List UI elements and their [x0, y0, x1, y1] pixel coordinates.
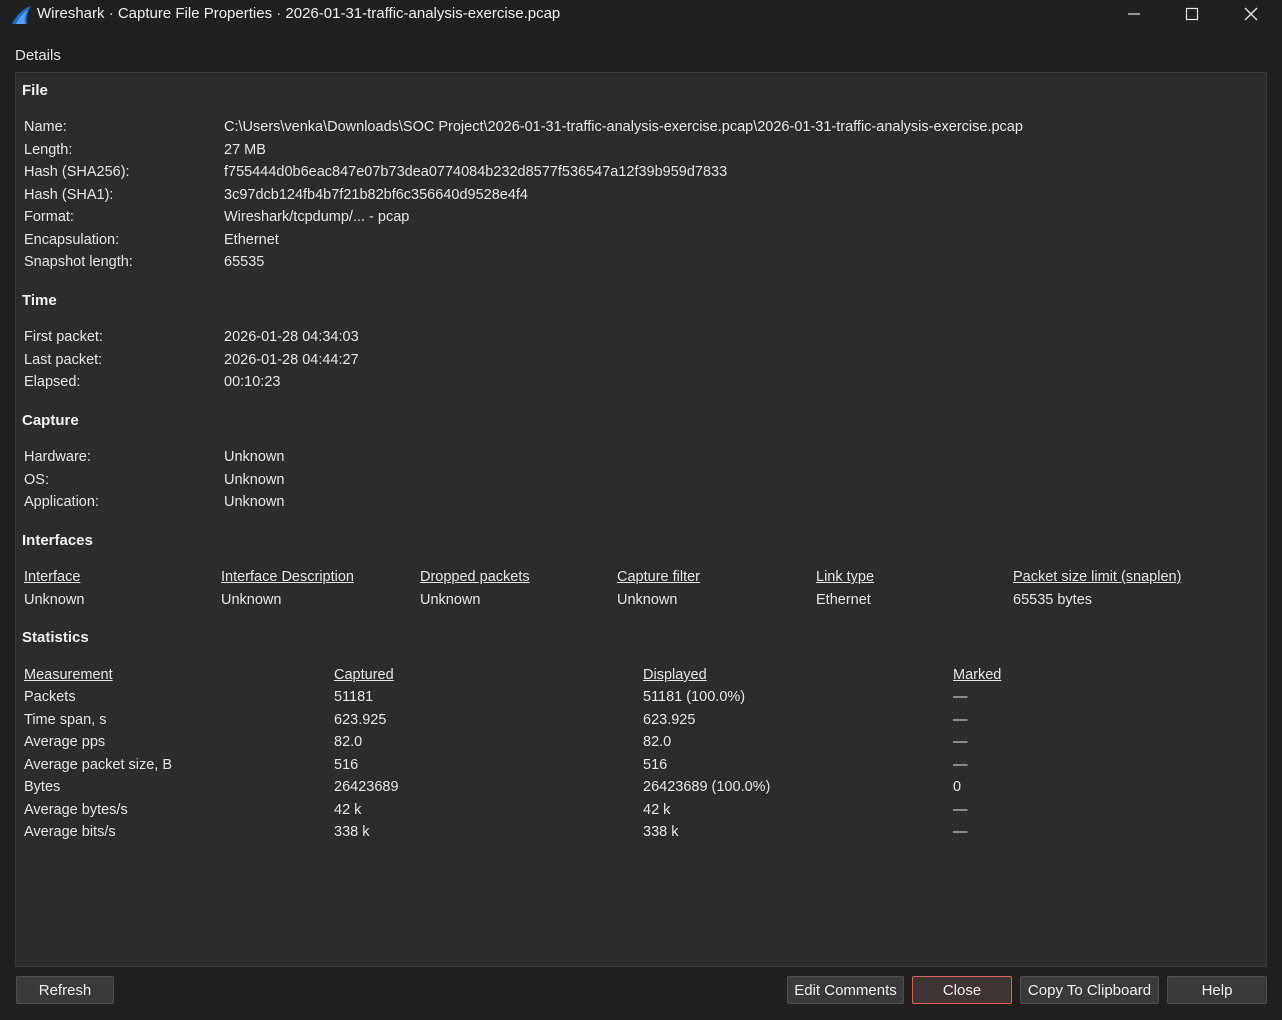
- table-cell: 51181: [334, 689, 374, 705]
- section-heading-capture: Capture: [22, 412, 79, 429]
- table-cell: —: [953, 757, 968, 773]
- table-cell: —: [953, 712, 968, 728]
- row-value: 65535: [224, 254, 265, 270]
- table-cell: 338 k: [643, 824, 679, 840]
- row-key: Snapshot length:: [24, 254, 133, 270]
- window-title: Wireshark · Capture File Properties · 20…: [37, 5, 561, 22]
- table-cell: 623.925: [643, 712, 696, 728]
- maximize-icon: [1185, 7, 1199, 21]
- table-cell: 338 k: [334, 824, 370, 840]
- row-value: f755444d0b6eac847e07b73dea0774084b232d85…: [224, 164, 728, 180]
- table-cell: Unknown: [221, 592, 282, 608]
- row-value: 2026-01-28 04:44:27: [224, 352, 359, 368]
- table-cell: Packets: [24, 689, 76, 705]
- table-cell: 516: [334, 757, 359, 773]
- table-cell: 42 k: [334, 802, 362, 818]
- table-cell: 516: [643, 757, 668, 773]
- minimize-icon: [1128, 13, 1140, 15]
- interfaces-col-header: Interface: [24, 569, 81, 585]
- help-button[interactable]: Help: [1167, 976, 1267, 1004]
- table-cell: Average bits/s: [24, 824, 116, 840]
- row-key: Encapsulation:: [24, 232, 120, 248]
- row-key: First packet:: [24, 329, 103, 345]
- row-value: Unknown: [224, 494, 285, 510]
- statistics-col-header: Captured: [334, 667, 394, 683]
- table-cell: 82.0: [643, 734, 672, 750]
- table-cell: —: [953, 734, 968, 750]
- interfaces-col-header: Dropped packets: [420, 569, 530, 585]
- copy-to-clipboard-button[interactable]: Copy To Clipboard: [1020, 976, 1159, 1004]
- row-key: Length:: [24, 142, 73, 158]
- row-key: Format:: [24, 209, 74, 225]
- section-heading-statistics: Statistics: [22, 629, 89, 646]
- row-value: 2026-01-28 04:34:03: [224, 329, 359, 345]
- row-key: Application:: [24, 494, 99, 510]
- row-key: Hardware:: [24, 449, 91, 465]
- row-key: OS:: [24, 472, 49, 488]
- row-value: 00:10:23: [224, 374, 281, 390]
- interfaces-col-header: Packet size limit (snaplen): [1013, 569, 1182, 585]
- table-cell: Unknown: [24, 592, 85, 608]
- close-icon: [1244, 7, 1258, 21]
- refresh-button[interactable]: Refresh: [16, 976, 114, 1004]
- table-cell: Average pps: [24, 734, 106, 750]
- row-value: Unknown: [224, 449, 285, 465]
- table-cell: 82.0: [334, 734, 363, 750]
- wireshark-fin-icon: [12, 6, 31, 24]
- edit-comments-button[interactable]: Edit Comments: [787, 976, 904, 1004]
- table-cell: 26423689 (100.0%): [643, 779, 771, 795]
- row-key: Last packet:: [24, 352, 103, 368]
- table-cell: Unknown: [617, 592, 678, 608]
- table-cell: Ethernet: [816, 592, 871, 608]
- table-cell: —: [953, 802, 968, 818]
- table-cell: 42 k: [643, 802, 671, 818]
- row-key: Hash (SHA1):: [24, 187, 114, 203]
- section-heading-time: Time: [22, 292, 57, 309]
- details-panel: File Name: C:\Users\venka\Downloads\SOC P…: [15, 72, 1267, 967]
- statistics-col-header: Marked: [953, 667, 1002, 683]
- title-bar: Wireshark · Capture File Properties · 20…: [0, 0, 1282, 32]
- section-heading-interfaces: Interfaces: [22, 532, 93, 549]
- table-cell: 51181 (100.0%): [643, 689, 746, 705]
- row-value: C:\Users\venka\Downloads\SOC Project\202…: [224, 119, 1023, 135]
- table-cell: Time span, s: [24, 712, 107, 728]
- row-value: Unknown: [224, 472, 285, 488]
- minimize-button[interactable]: [1105, 0, 1163, 28]
- row-key: Hash (SHA256):: [24, 164, 130, 180]
- row-value: Ethernet: [224, 232, 279, 248]
- row-value: 27 MB: [224, 142, 266, 158]
- table-cell: Average packet size, B: [24, 757, 173, 773]
- row-key: Elapsed:: [24, 374, 81, 390]
- table-cell: 26423689: [334, 779, 399, 795]
- close-button[interactable]: Close: [912, 976, 1012, 1004]
- table-cell: 0: [953, 779, 962, 795]
- table-cell: Unknown: [420, 592, 481, 608]
- table-cell: —: [953, 689, 968, 705]
- details-label: Details: [15, 47, 61, 64]
- row-value: 3c97dcb124fb4b7f21b82bf6c356640d9528e4f4: [224, 187, 528, 203]
- maximize-button[interactable]: [1163, 0, 1221, 28]
- interfaces-col-header: Interface Description: [221, 569, 354, 585]
- table-cell: Average bytes/s: [24, 802, 128, 818]
- statistics-col-header: Displayed: [643, 667, 707, 683]
- row-value: Wireshark/tcpdump/... - pcap: [224, 209, 410, 225]
- table-cell: Bytes: [24, 779, 61, 795]
- window-close-button[interactable]: [1222, 0, 1280, 28]
- statistics-col-header: Measurement: [24, 667, 113, 683]
- table-cell: 623.925: [334, 712, 387, 728]
- interfaces-col-header: Link type: [816, 569, 875, 585]
- table-cell: —: [953, 824, 968, 840]
- interfaces-col-header: Capture filter: [617, 569, 701, 585]
- row-key: Name:: [24, 119, 67, 135]
- table-cell: 65535 bytes: [1013, 592, 1093, 608]
- section-heading-file: File: [22, 82, 48, 99]
